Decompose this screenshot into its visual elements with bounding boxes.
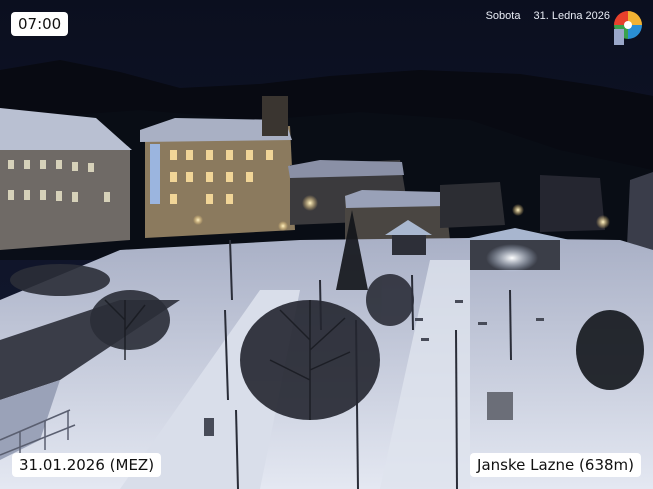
night-scene-image xyxy=(0,0,653,489)
top-date-line: Sobota 31. Ledna 2026 xyxy=(476,10,610,22)
location-label: Janske Lazne (638m) xyxy=(470,453,641,477)
long-date-label: 31. Ledna 2026 xyxy=(533,10,610,22)
date-label: 31.01.2026 (MEZ) xyxy=(12,453,162,477)
webcam-frame: 07:00 Sobota 31. Ledna 2026 31.01.2026 (… xyxy=(0,0,653,489)
webcam-logo-icon xyxy=(614,11,642,45)
weekday-label: Sobota xyxy=(485,10,521,22)
time-label: 07:00 xyxy=(11,12,69,36)
